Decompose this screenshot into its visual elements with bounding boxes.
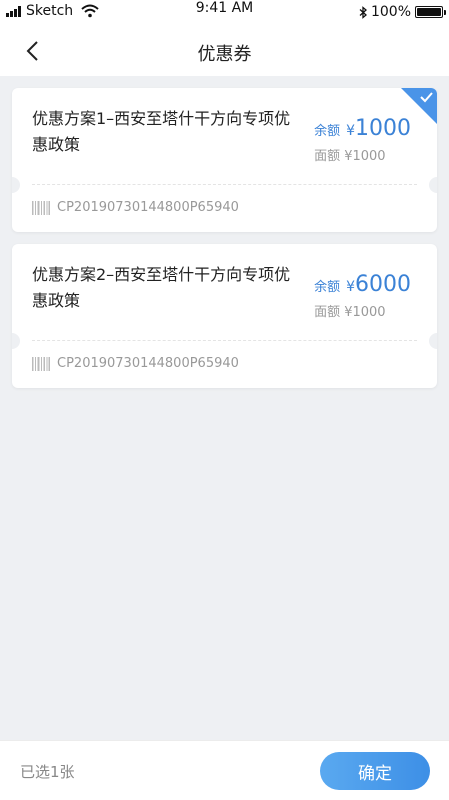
coupon-code-row: CP20190730144800P65940 xyxy=(32,356,239,371)
selected-check-icon xyxy=(401,88,437,124)
remain-row: 余额 ¥ 6000 xyxy=(314,272,411,297)
face-value: 面额 ¥1000 xyxy=(314,149,386,164)
status-right: 100% xyxy=(359,4,446,20)
remain-label: 余额 xyxy=(314,124,341,139)
coupon-amount: 余额 ¥ 1000 面额 ¥1000 xyxy=(314,116,411,164)
face-value: 面额 ¥1000 xyxy=(314,305,386,320)
remain-label: 余额 xyxy=(314,280,341,295)
remain-value: 6000 xyxy=(355,272,411,297)
bottom-bar: 已选1张 确定 xyxy=(0,740,449,800)
coupon-card-1[interactable]: 优惠方案1–西安至塔什干方向专项优惠政策 余额 ¥ 1000 面额 ¥1000 … xyxy=(12,88,437,232)
coupon-title: 优惠方案1–西安至塔什干方向专项优惠政策 xyxy=(32,109,291,154)
ticket-notch-right xyxy=(429,333,437,349)
ticket-notch-right xyxy=(429,177,437,193)
coupon-card-2[interactable]: 优惠方案2–西安至塔什干方向专项优惠政策 余额 ¥ 6000 面额 ¥1000 … xyxy=(12,244,437,388)
coupon-code: CP20190730144800P65940 xyxy=(57,200,239,215)
currency-symbol: ¥ xyxy=(346,123,355,139)
coupon-code-row: CP20190730144800P65940 xyxy=(32,200,239,215)
status-bar: Sketch 9:41 AM 100% xyxy=(0,0,449,26)
coupon-code: CP20190730144800P65940 xyxy=(57,356,239,371)
ticket-notch-left xyxy=(12,333,20,349)
coupon-title: 优惠方案2–西安至塔什干方向专项优惠政策 xyxy=(32,265,291,310)
currency-symbol: ¥ xyxy=(346,279,355,295)
battery-icon xyxy=(415,6,446,18)
remain-row: 余额 ¥ 1000 xyxy=(314,116,411,141)
coupon-amount: 余额 ¥ 6000 面额 ¥1000 xyxy=(314,272,411,320)
bluetooth-icon xyxy=(359,5,367,19)
barcode-icon xyxy=(32,356,50,371)
page-title: 优惠券 xyxy=(197,44,252,65)
barcode-icon xyxy=(32,200,50,215)
ticket-notch-left xyxy=(12,177,20,193)
battery-percent: 100% xyxy=(370,4,411,20)
dashed-divider xyxy=(32,184,417,185)
nav-bar: 优惠券 xyxy=(0,26,449,76)
selected-count: 已选1张 xyxy=(20,763,75,781)
confirm-button[interactable]: 确定 xyxy=(320,752,430,790)
dashed-divider xyxy=(32,340,417,341)
